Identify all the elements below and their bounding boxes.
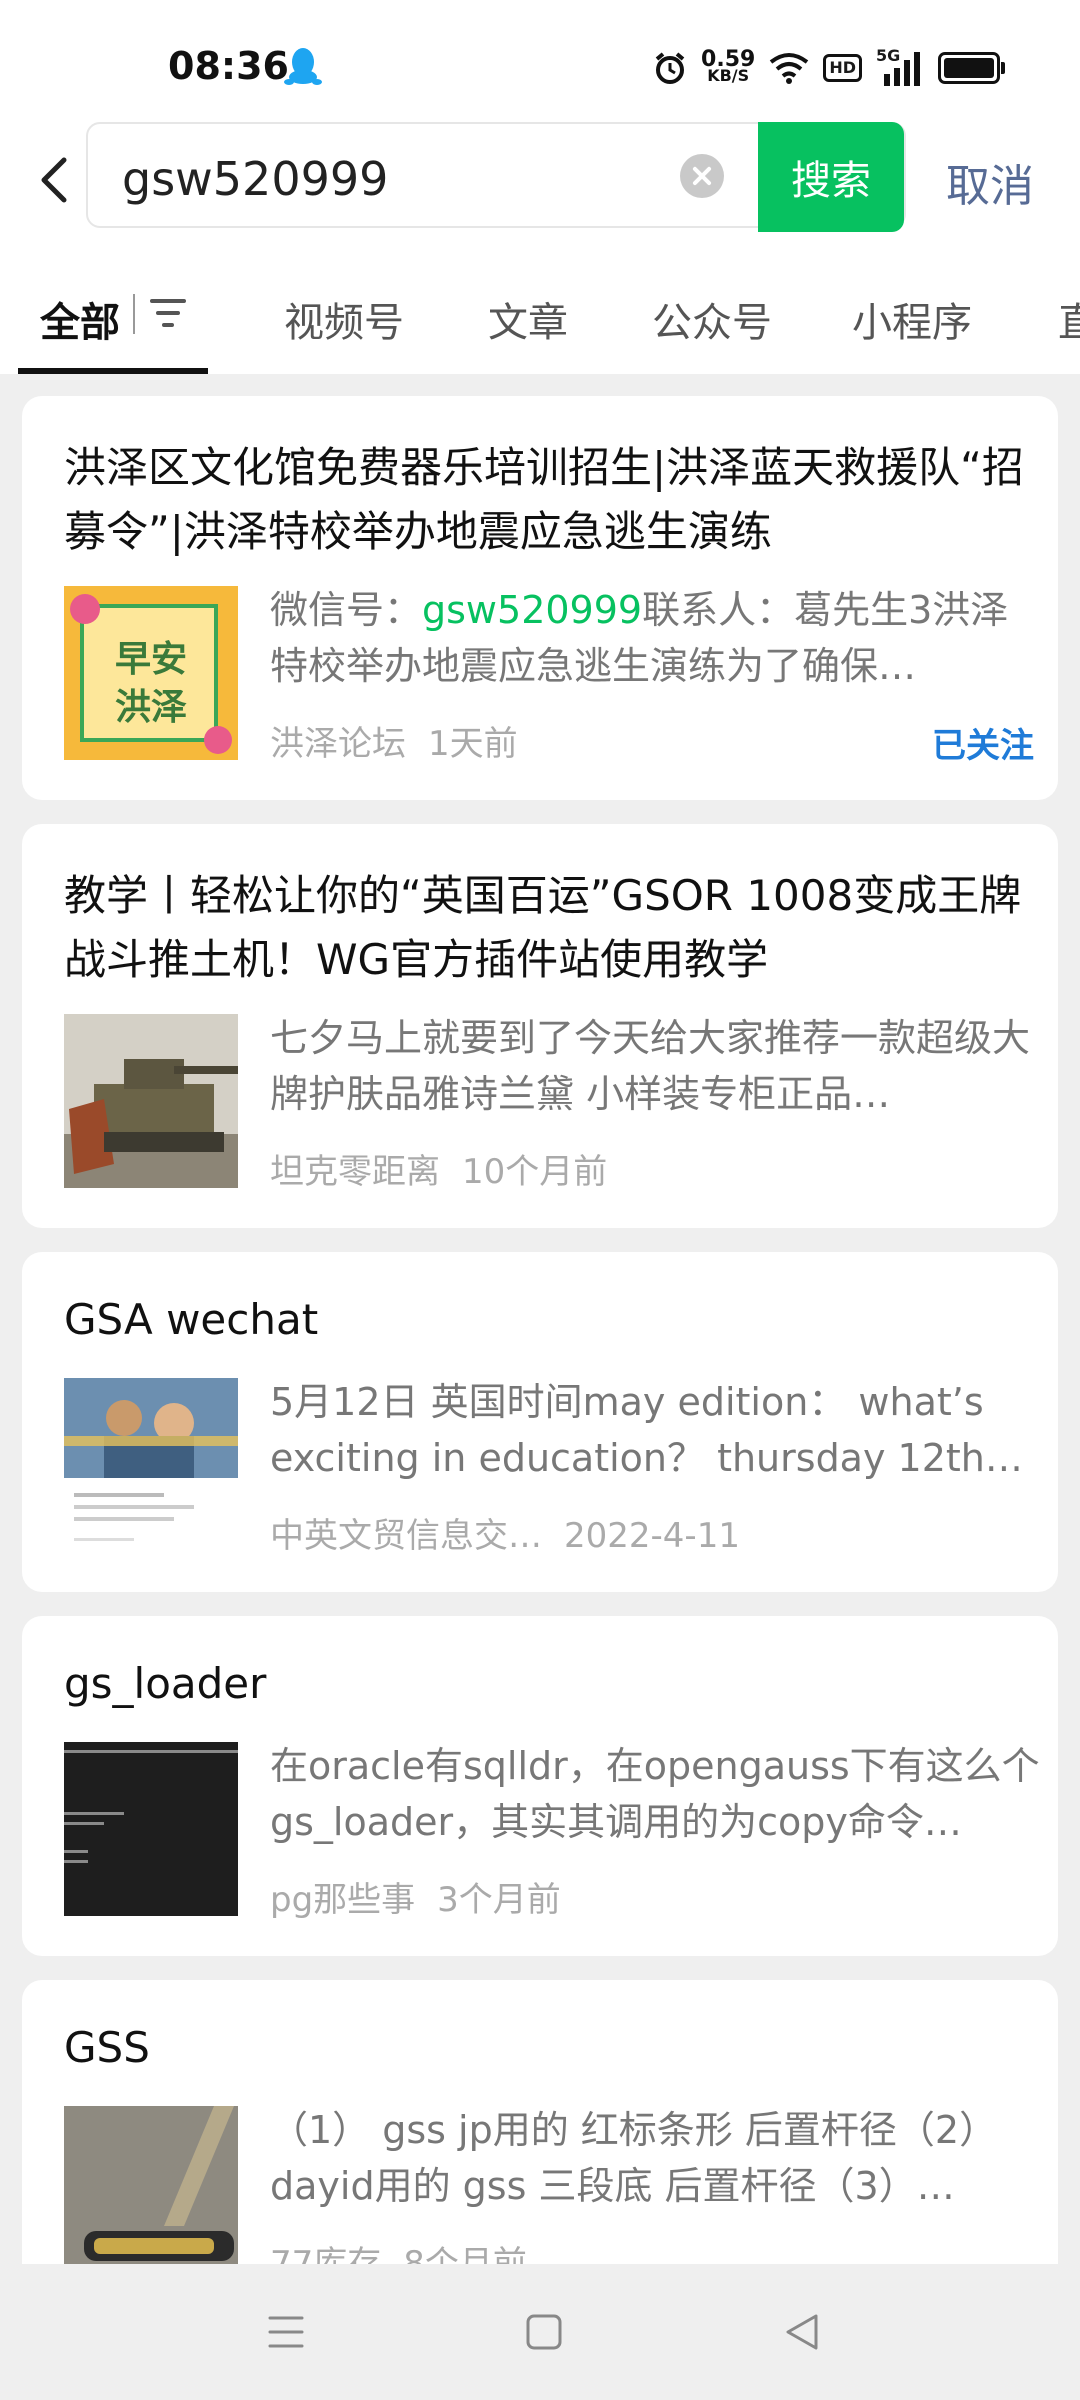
- result-snippet: 在oracle有sqlldr，在opengauss下有这么个gs_loader，…: [270, 1744, 1040, 1844]
- hd-badge: HD: [823, 54, 862, 82]
- result-meta: pg那些事 3个月前: [270, 1872, 561, 1921]
- search-header: gsw520999 搜索 取消: [0, 120, 1080, 240]
- filter-icon[interactable]: [148, 296, 188, 330]
- search-results: 洪泽区文化馆免费器乐培训招生|洪泽蓝天救援队“招募令”|洪泽特校举办地震应急逃生…: [0, 374, 1080, 2264]
- result-thumbnail[interactable]: [64, 1742, 238, 1916]
- system-nav-bar: [0, 2264, 1080, 2400]
- result-meta: 洪泽论坛 1天前: [270, 716, 518, 765]
- result-time: 2022-4-11: [564, 1516, 740, 1556]
- result-snippet: （1） gss jp用的 红标条形 后置杆径（2）dayid用的 gss 三段底…: [270, 2108, 998, 2208]
- result-meta: 坦克零距离 10个月前: [270, 1144, 607, 1193]
- filter-tabs: 全部 视频号 文章 公众号 小程序 直: [0, 240, 1080, 374]
- clear-icon[interactable]: [680, 154, 724, 198]
- result-snippet: 微信号：gsw520999联系人：葛先生3洪泽特校举办地震应急逃生演练为了确保…: [270, 588, 1009, 688]
- result-source[interactable]: 77库存: [270, 2244, 381, 2264]
- result-card[interactable]: GSS （1） gss jp用的 红标条形 后置杆径（2）dayid用的 gss…: [22, 1980, 1058, 2264]
- result-snippet: 5月12日 英国时间may edition： what’s exciting i…: [270, 1380, 1023, 1480]
- alarm-icon: [655, 52, 685, 84]
- result-time: 3个月前: [437, 1880, 561, 1920]
- result-title[interactable]: GSA wechat: [64, 1288, 1024, 1352]
- search-query-text[interactable]: gsw520999: [122, 152, 388, 206]
- tab-articles[interactable]: 文章: [488, 290, 568, 348]
- result-title[interactable]: 教学丨轻松让你的“英国百运”GSOR 1008变成王牌战斗推土机！WG官方插件站…: [64, 864, 1024, 992]
- qq-icon: [284, 48, 322, 85]
- result-card[interactable]: 教学丨轻松让你的“英国百运”GSOR 1008变成王牌战斗推土机！WG官方插件站…: [22, 824, 1058, 1228]
- back-icon[interactable]: [778, 2308, 826, 2356]
- tab-divider: [133, 294, 135, 334]
- result-time: 1天前: [428, 724, 518, 764]
- result-thumbnail[interactable]: [64, 1378, 238, 1552]
- terminal-image: [64, 1742, 238, 1916]
- tab-official-accounts[interactable]: 公众号: [652, 290, 772, 348]
- tab-channels[interactable]: 视频号: [284, 290, 404, 348]
- menu-icon[interactable]: [262, 2308, 310, 2356]
- result-thumbnail[interactable]: [64, 1014, 238, 1188]
- result-title[interactable]: gs_loader: [64, 1652, 1024, 1716]
- result-title[interactable]: 洪泽区文化馆免费器乐培训招生|洪泽蓝天救援队“招募令”|洪泽特校举办地震应急逃生…: [64, 436, 1024, 564]
- result-snippet: 七夕马上就要到了今天给大家推荐一款超级大牌护肤品雅诗兰黛 小样装专柜正品…: [270, 1016, 1031, 1116]
- thumb-label-1: 早安: [114, 639, 187, 680]
- cancel-button[interactable]: 取消: [946, 150, 1034, 214]
- home-icon[interactable]: [520, 2308, 568, 2356]
- result-source[interactable]: 中英文贸信息交…: [270, 1516, 542, 1556]
- result-thumbnail[interactable]: [64, 2106, 238, 2264]
- result-card[interactable]: GSA wechat 5月12日 英国时间may edition： what’s…: [22, 1252, 1058, 1592]
- result-source[interactable]: pg那些事: [270, 1880, 415, 1920]
- tab-mini-programs[interactable]: 小程序: [852, 290, 972, 348]
- golf-product-image: [64, 2106, 238, 2264]
- result-meta: 77库存 8个月前: [270, 2236, 527, 2264]
- signal-icon: 5G: [876, 46, 924, 86]
- thumb-label-2: 洪泽: [114, 687, 187, 728]
- tank-image: [64, 1014, 238, 1188]
- status-icons: 0.59 KB/S HD 5G: [653, 46, 1005, 88]
- result-card[interactable]: 洪泽区文化馆免费器乐培训招生|洪泽蓝天救援队“招募令”|洪泽特校举办地震应急逃生…: [22, 396, 1058, 800]
- result-time: 10个月前: [462, 1152, 608, 1192]
- result-card[interactable]: gs_loader 在oracle有sqlldr，在opengauss下有这么个…: [22, 1616, 1058, 1956]
- tab-all[interactable]: 全部: [40, 290, 120, 348]
- followed-badge: 已关注: [932, 726, 1034, 766]
- result-source[interactable]: 洪泽论坛: [270, 724, 406, 764]
- search-input[interactable]: gsw520999 搜索: [86, 122, 906, 232]
- education-image: [64, 1378, 238, 1541]
- result-time: 8个月前: [403, 2244, 527, 2264]
- net-speed: 0.59 KB/S: [701, 47, 756, 85]
- result-title[interactable]: GSS: [64, 2016, 1024, 2080]
- status-time: 08:36: [168, 44, 289, 88]
- result-meta: 中英文贸信息交… 2022-4-11: [270, 1508, 740, 1557]
- result-source[interactable]: 坦克零距离: [270, 1152, 440, 1192]
- wifi-icon: [770, 53, 809, 84]
- tab-live[interactable]: 直: [1058, 290, 1080, 348]
- battery-icon: [938, 52, 1005, 84]
- result-thumbnail[interactable]: 早安 洪泽: [64, 586, 238, 760]
- back-arrow-icon[interactable]: [30, 150, 80, 210]
- search-button[interactable]: 搜索: [758, 122, 904, 232]
- status-bar: 08:36 0.59 KB/S HD 5G: [0, 0, 1080, 120]
